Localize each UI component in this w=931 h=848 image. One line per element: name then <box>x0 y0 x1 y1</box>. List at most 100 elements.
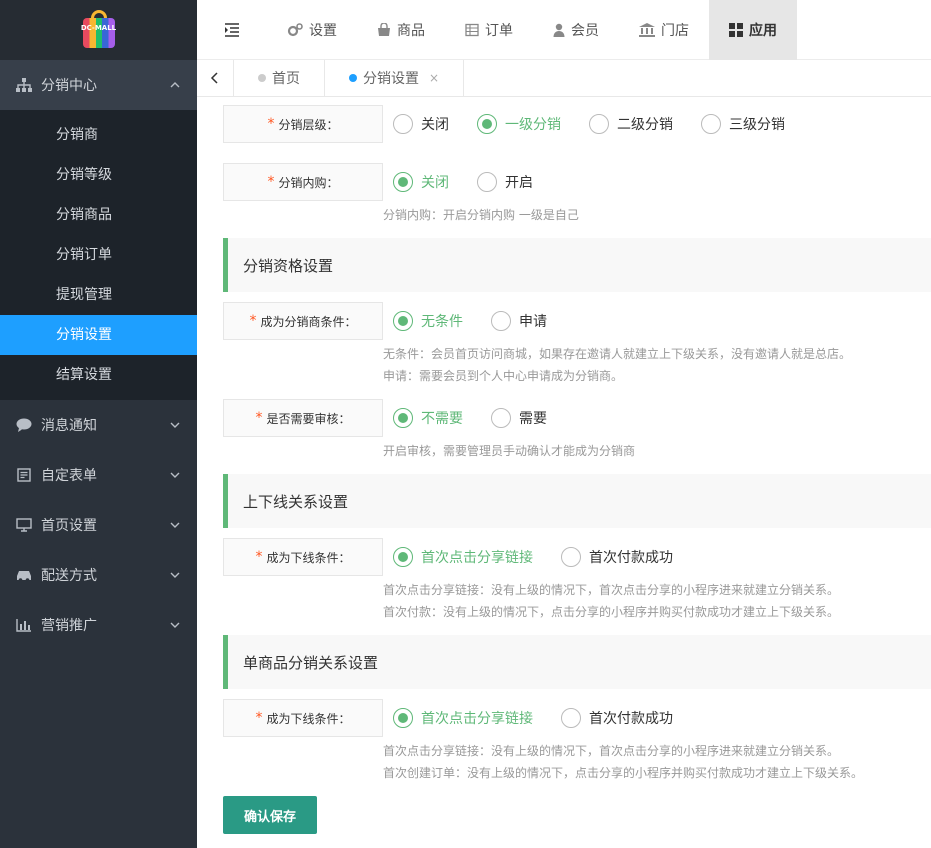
sidebar-group-label: 营销推广 <box>41 618 97 634</box>
hint-self-buy: 分销内购：开启分销内购 一级是自己 <box>383 208 579 222</box>
tab-dot <box>349 74 357 82</box>
car-icon <box>16 567 32 583</box>
sidebar: DC-MALL 分销中心 分销商 分销等级 分销商品 分销订单 提现管理 分销设… <box>0 0 197 848</box>
nav-label: 会员 <box>571 22 599 39</box>
top-nav: 设置 商品 订单 会员 门店 应用 <box>197 0 931 60</box>
list-table-icon <box>465 23 479 36</box>
sidebar-group-homepage[interactable]: 首页设置 <box>0 500 197 550</box>
radio-review-no[interactable]: 不需要 <box>393 408 463 428</box>
section-title-single: 单商品分销关系设置 <box>223 635 931 689</box>
sidebar-item-settlement[interactable]: 结算设置 <box>0 355 197 395</box>
radio-group-review: 不需要 需要 <box>393 399 575 437</box>
radio-self-buy-off[interactable]: 关闭 <box>393 172 449 192</box>
sidebar-item-products[interactable]: 分销商品 <box>0 195 197 235</box>
settings-form: * 分销层级： 关闭 一级分销 二级分销 三级分销 * 分销内购： 关闭 开启 分销… <box>223 97 931 848</box>
radio-group-become: 无条件 申请 <box>393 302 575 340</box>
required-mark: * <box>249 313 257 329</box>
nav-label: 设置 <box>309 22 337 39</box>
radio-level-2[interactable]: 二级分销 <box>589 114 673 134</box>
chevron-down-icon <box>170 522 180 528</box>
sidebar-item-levels[interactable]: 分销等级 <box>0 155 197 195</box>
radio-downline-share[interactable]: 首次点击分享链接 <box>393 547 533 567</box>
tab-home[interactable]: 首页 <box>234 59 325 97</box>
radio-single-pay[interactable]: 首次付款成功 <box>561 708 673 728</box>
hint-become-1: 无条件：会员首页访问商城，如果存在邀请人就建立上下级关系，没有邀请人就是总店。 <box>383 347 852 361</box>
gears-icon <box>287 22 303 36</box>
logo-text: DC-MALL <box>80 24 117 32</box>
submenu-distribution: 分销商 分销等级 分销商品 分销订单 提现管理 分销设置 结算设置 <box>0 110 197 400</box>
radio-become-apply[interactable]: 申请 <box>491 311 547 331</box>
radio-review-yes[interactable]: 需要 <box>491 408 547 428</box>
form-icon <box>16 467 32 483</box>
required-mark: * <box>255 549 263 565</box>
field-label: * 是否需要审核： <box>223 399 383 437</box>
field-label: * 分销层级： <box>223 105 383 143</box>
chevron-up-icon <box>170 82 180 88</box>
sidebar-toggle-button[interactable] <box>197 0 267 60</box>
close-icon[interactable]: × <box>429 71 439 85</box>
hint-become-2: 申请：需要会员到个人中心申请成为分销商。 <box>383 369 624 383</box>
radio-group-downline: 首次点击分享链接 首次付款成功 <box>393 538 701 576</box>
sidebar-item-distributors[interactable]: 分销商 <box>0 115 197 155</box>
nav-label: 门店 <box>661 22 689 39</box>
radio-group-self-buy: 关闭 开启 <box>393 163 561 201</box>
nav-stores[interactable]: 门店 <box>619 0 709 60</box>
radio-group-level: 关闭 一级分销 二级分销 三级分销 <box>393 105 813 143</box>
user-icon <box>553 23 565 37</box>
tab-scroll-left-button[interactable] <box>197 59 234 97</box>
save-button[interactable]: 确认保存 <box>223 796 317 834</box>
sidebar-group-marketing[interactable]: 营销推广 <box>0 600 197 650</box>
sidebar-group-custom-form[interactable]: 自定表单 <box>0 450 197 500</box>
nav-products[interactable]: 商品 <box>357 0 445 60</box>
tab-bar: 首页 分销设置 × <box>197 59 931 97</box>
sitemap-icon <box>16 77 32 93</box>
radio-group-single: 首次点击分享链接 首次付款成功 <box>393 699 701 737</box>
sidebar-group-delivery[interactable]: 配送方式 <box>0 550 197 600</box>
radio-single-share[interactable]: 首次点击分享链接 <box>393 708 533 728</box>
field-label: * 成为下线条件： <box>223 538 383 576</box>
chevron-down-icon <box>170 422 180 428</box>
sidebar-group-label: 分销中心 <box>41 78 97 94</box>
sidebar-group-label: 首页设置 <box>41 518 97 534</box>
nav-label: 商品 <box>397 22 425 39</box>
field-label: * 成为分销商条件： <box>223 302 383 340</box>
sidebar-item-withdraw[interactable]: 提现管理 <box>0 275 197 315</box>
hint-review: 开启审核，需要管理员手动确认才能成为分销商 <box>383 444 636 458</box>
logo-area: DC-MALL <box>0 0 197 60</box>
field-label: * 成为下线条件： <box>223 699 383 737</box>
sidebar-item-orders[interactable]: 分销订单 <box>0 235 197 275</box>
hint-single-2: 首次创建订单：没有上级的情况下，点击分享的小程序并购买付款成功才建立上下级关系。 <box>383 766 864 780</box>
hint-downline-1: 首次点击分享链接：没有上级的情况下，首次点击分享的小程序进来就建立分销关系。 <box>383 583 840 597</box>
logo[interactable]: DC-MALL <box>81 10 117 50</box>
nav-members[interactable]: 会员 <box>533 0 619 60</box>
chevron-down-icon <box>170 472 180 478</box>
sidebar-group-label: 配送方式 <box>41 568 97 584</box>
required-mark: * <box>255 410 263 426</box>
nav-label: 应用 <box>749 22 777 39</box>
grid-icon <box>729 22 743 37</box>
tab-distribution-settings[interactable]: 分销设置 × <box>325 59 465 97</box>
sidebar-group-distribution[interactable]: 分销中心 <box>0 60 197 110</box>
nav-settings[interactable]: 设置 <box>267 0 357 60</box>
radio-level-off[interactable]: 关闭 <box>393 114 449 134</box>
radio-self-buy-on[interactable]: 开启 <box>477 172 533 192</box>
radio-downline-pay[interactable]: 首次付款成功 <box>561 547 673 567</box>
sidebar-item-settings[interactable]: 分销设置 <box>0 315 197 355</box>
nav-orders[interactable]: 订单 <box>445 0 533 60</box>
chevron-down-icon <box>170 572 180 578</box>
bar-chart-icon <box>16 617 32 633</box>
nav-apps[interactable]: 应用 <box>709 0 797 60</box>
monitor-icon <box>16 517 32 533</box>
sidebar-group-label: 自定表单 <box>41 468 97 484</box>
radio-become-unconditional[interactable]: 无条件 <box>393 311 463 331</box>
sidebar-group-messages[interactable]: 消息通知 <box>0 400 197 450</box>
radio-level-1[interactable]: 一级分销 <box>477 114 561 134</box>
tab-dot <box>258 74 266 82</box>
chevron-down-icon <box>170 622 180 628</box>
radio-level-3[interactable]: 三级分销 <box>701 114 785 134</box>
field-label: * 分销内购： <box>223 163 383 201</box>
section-title-relation: 上下线关系设置 <box>223 474 931 528</box>
hint-downline-2: 首次付款：没有上级的情况下，点击分享的小程序并购买付款成功才建立上下级关系。 <box>383 605 840 619</box>
required-mark: * <box>267 116 275 132</box>
required-mark: * <box>255 710 263 726</box>
